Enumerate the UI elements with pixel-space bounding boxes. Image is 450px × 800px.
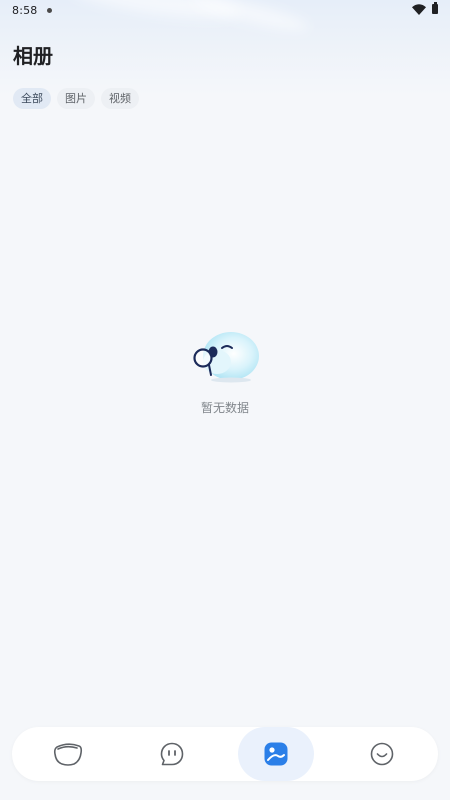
smile-icon (370, 742, 394, 766)
nav-item-album[interactable] (238, 727, 314, 781)
album-screen: 8:58 相册 全部 图片 视频 暂无数据 (0, 0, 450, 800)
nav-item-chat[interactable] (134, 727, 210, 781)
tab-all[interactable]: 全部 (13, 88, 51, 109)
tab-videos[interactable]: 视频 (101, 88, 139, 109)
status-bar: 8:58 (0, 0, 450, 20)
bubble-icon (53, 743, 83, 766)
empty-message: 暂无数据 (200, 401, 249, 415)
status-time: 8:58 (12, 4, 38, 17)
filter-tabs: 全部 图片 视频 (13, 88, 139, 109)
bottom-nav (12, 727, 438, 781)
empty-state: 暂无数据 (175, 322, 275, 416)
nav-item-smile[interactable] (344, 727, 420, 781)
battery-icon (432, 2, 438, 14)
tab-images[interactable]: 图片 (57, 88, 95, 109)
wifi-icon (412, 4, 426, 15)
page-title: 相册 (13, 44, 53, 68)
nav-item-bubble[interactable] (30, 727, 106, 781)
notification-dot-icon (47, 8, 52, 13)
album-icon (264, 742, 288, 766)
chat-face-icon (160, 742, 184, 766)
cloud-magnifier-icon (193, 332, 259, 383)
